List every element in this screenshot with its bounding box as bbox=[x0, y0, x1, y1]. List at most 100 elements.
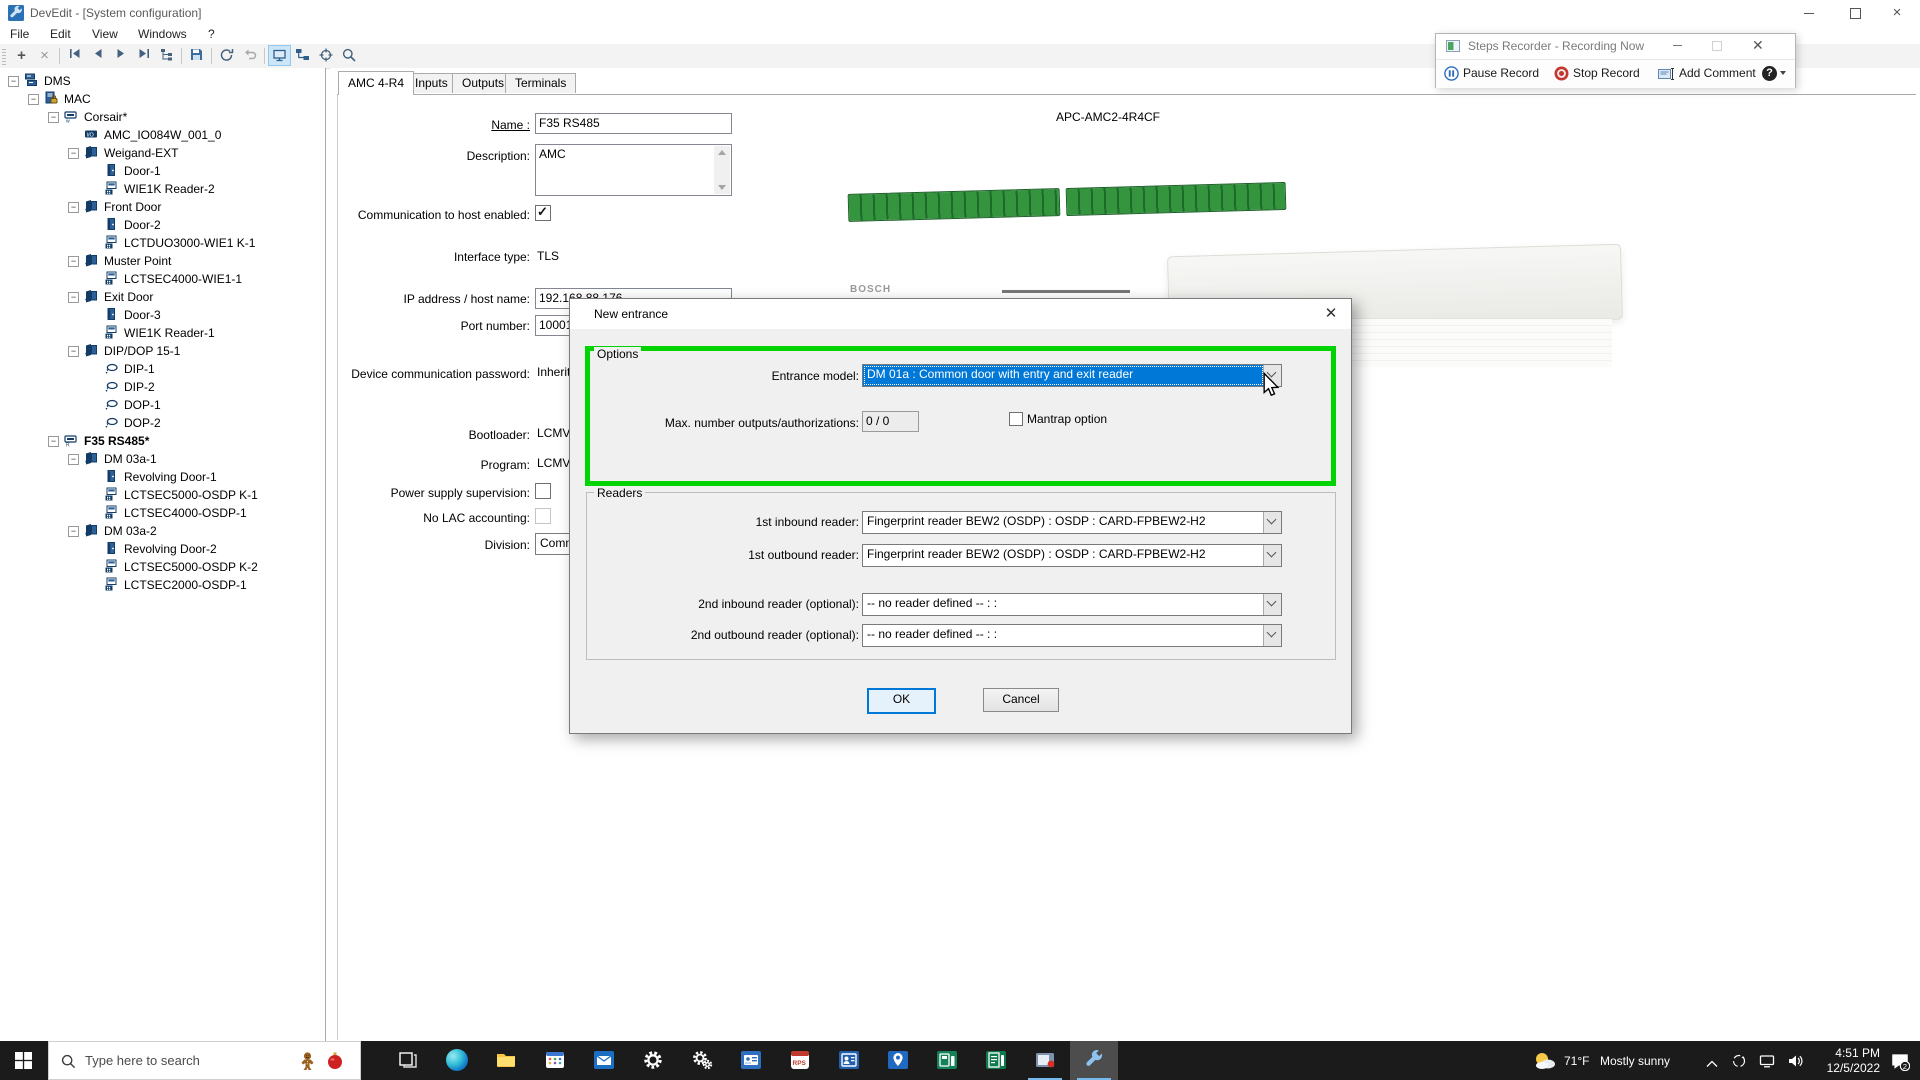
maximize-button[interactable] bbox=[1832, 0, 1878, 26]
description-scrollbar[interactable] bbox=[714, 146, 730, 194]
tree-expand-toggle[interactable]: − bbox=[8, 76, 19, 87]
ok-button[interactable]: OK bbox=[867, 688, 936, 714]
go-first-icon[interactable] bbox=[63, 45, 86, 66]
save-icon[interactable] bbox=[185, 45, 208, 66]
device-view-icon[interactable] bbox=[268, 45, 291, 66]
start-button[interactable] bbox=[0, 1041, 48, 1080]
hidden-icons-chevron[interactable] bbox=[1706, 1057, 1718, 1071]
tab-terminals[interactable]: Terminals bbox=[505, 73, 576, 93]
taskbar-task-view-icon[interactable] bbox=[384, 1041, 432, 1080]
reader2-in-combo[interactable]: -- no reader defined -- : : bbox=[862, 593, 1282, 616]
reader1-in-combo-arrow[interactable] bbox=[1263, 512, 1281, 533]
taskbar-edge-icon[interactable] bbox=[433, 1041, 481, 1080]
taskbar-rps-icon[interactable]: RPS bbox=[776, 1041, 824, 1080]
menu-file[interactable]: File bbox=[10, 27, 29, 41]
tray-sync-icon[interactable] bbox=[1731, 1053, 1747, 1072]
add-comment-button[interactable]: Add Comment bbox=[1679, 66, 1756, 80]
steps-minimize-icon[interactable] bbox=[1673, 45, 1682, 46]
taskbar-settings-icon[interactable] bbox=[629, 1041, 677, 1080]
taskbar-system-gears-icon[interactable] bbox=[678, 1041, 726, 1080]
tree-view-icon[interactable] bbox=[155, 45, 178, 66]
reader1-in-combo[interactable]: Fingerprint reader BEW2 (OSDP) : OSDP : … bbox=[862, 511, 1282, 534]
taskbar-store-icon[interactable] bbox=[531, 1041, 579, 1080]
reader2-out-combo[interactable]: -- no reader defined -- : : bbox=[862, 624, 1282, 647]
network-view-icon[interactable] bbox=[291, 45, 314, 66]
description-input[interactable]: AMC bbox=[535, 144, 732, 196]
menu-edit[interactable]: Edit bbox=[50, 27, 71, 41]
reader1-out-combo-arrow[interactable] bbox=[1263, 545, 1281, 566]
tree-item[interactable]: DOP-1 bbox=[0, 396, 325, 414]
add-comment-icon[interactable] bbox=[1658, 67, 1675, 84]
network-icon[interactable] bbox=[1759, 1053, 1775, 1072]
menu-view[interactable]: View bbox=[92, 27, 118, 41]
stop-record-button[interactable]: Stop Record bbox=[1573, 66, 1640, 80]
tree-expand-toggle[interactable]: − bbox=[68, 202, 79, 213]
undo-icon[interactable] bbox=[238, 45, 261, 66]
entrance-model-combo[interactable]: DM 01a : Common door with entry and exit… bbox=[862, 364, 1282, 387]
tree-expand-toggle[interactable]: − bbox=[28, 94, 39, 105]
tab-amc-4r4[interactable]: AMC 4-R4 bbox=[338, 71, 414, 95]
delete-icon[interactable]: × bbox=[33, 45, 56, 66]
go-previous-icon[interactable] bbox=[86, 45, 109, 66]
tree-item[interactable]: −DIP/DOP 15-1 bbox=[0, 342, 325, 360]
go-next-icon[interactable] bbox=[109, 45, 132, 66]
tree-item[interactable]: −MAC bbox=[0, 90, 325, 108]
stop-record-icon[interactable] bbox=[1554, 66, 1569, 84]
weather-icon[interactable] bbox=[1532, 1050, 1558, 1075]
close-button[interactable]: × bbox=[1874, 0, 1920, 26]
taskbar-invoice-icon[interactable] bbox=[972, 1041, 1020, 1080]
tree-expand-toggle[interactable]: − bbox=[68, 526, 79, 537]
pause-record-icon[interactable] bbox=[1444, 66, 1459, 84]
tree-item[interactable]: Door-1 bbox=[0, 162, 325, 180]
taskbar-steps-recorder-icon[interactable] bbox=[1021, 1041, 1069, 1080]
tree-expand-toggle[interactable]: − bbox=[48, 112, 59, 123]
weather-desc[interactable]: Mostly sunny bbox=[1600, 1054, 1670, 1068]
tree-expand-toggle[interactable]: − bbox=[68, 292, 79, 303]
ornament-icon[interactable] bbox=[327, 1052, 343, 1073]
steps-close-icon[interactable]: ✕ bbox=[1752, 37, 1764, 54]
taskbar-contact-card-icon[interactable] bbox=[727, 1041, 775, 1080]
taskbar-pos-terminal-icon[interactable] bbox=[923, 1041, 971, 1080]
menu-windows[interactable]: Windows bbox=[138, 27, 187, 41]
help-icon[interactable]: ? bbox=[1762, 65, 1786, 81]
taskbar-file-explorer-icon[interactable] bbox=[482, 1041, 530, 1080]
reader2-out-combo-arrow[interactable] bbox=[1263, 625, 1281, 646]
cancel-button[interactable]: Cancel bbox=[983, 688, 1059, 712]
tree-item[interactable]: LCTSEC2000-OSDP-1 bbox=[0, 576, 325, 594]
clock[interactable]: 4:51 PM 12/5/2022 bbox=[1805, 1046, 1880, 1076]
comm-host-checkbox[interactable] bbox=[535, 205, 551, 221]
tree-item[interactable]: WIE1K Reader-2 bbox=[0, 180, 325, 198]
tree-expand-toggle[interactable]: − bbox=[68, 454, 79, 465]
lac-checkbox[interactable] bbox=[535, 508, 551, 524]
tree-item[interactable]: LCTSEC5000-OSDP K-2 bbox=[0, 558, 325, 576]
reader1-out-combo[interactable]: Fingerprint reader BEW2 (OSDP) : OSDP : … bbox=[862, 544, 1282, 567]
dialog-close-icon[interactable]: ✕ bbox=[1321, 304, 1341, 324]
volume-icon[interactable] bbox=[1787, 1053, 1803, 1072]
taskbar-mail-icon[interactable] bbox=[580, 1041, 628, 1080]
tree-item[interactable]: LCTSEC4000-WIE1-1 bbox=[0, 270, 325, 288]
taskbar-devedit-icon[interactable] bbox=[1070, 1041, 1118, 1080]
add-icon[interactable]: + bbox=[10, 45, 33, 66]
tree-expand-toggle[interactable]: − bbox=[68, 256, 79, 267]
center-view-icon[interactable] bbox=[314, 45, 337, 66]
pause-record-button[interactable]: Pause Record bbox=[1463, 66, 1539, 80]
name-input[interactable]: F35 RS485 bbox=[535, 113, 732, 134]
menu-help[interactable]: ? bbox=[208, 27, 215, 41]
weather-temp[interactable]: 71°F bbox=[1564, 1054, 1589, 1068]
taskbar-id-badge-icon[interactable] bbox=[825, 1041, 873, 1080]
tree-expand-toggle[interactable]: − bbox=[68, 346, 79, 357]
tree-item[interactable]: −DMS bbox=[0, 72, 325, 90]
gingerbread-icon[interactable] bbox=[299, 1051, 316, 1075]
minimize-button[interactable] bbox=[1786, 0, 1832, 26]
action-center-icon[interactable]: 2 bbox=[1890, 1051, 1910, 1074]
refresh-icon[interactable] bbox=[215, 45, 238, 66]
tree-expand-toggle[interactable]: − bbox=[68, 148, 79, 159]
zoom-icon[interactable] bbox=[337, 45, 360, 66]
mantrap-checkbox[interactable] bbox=[1009, 412, 1023, 426]
taskbar-maps-icon[interactable] bbox=[874, 1041, 922, 1080]
reader2-in-combo-arrow[interactable] bbox=[1263, 594, 1281, 615]
dialog-title-bar[interactable]: New entrance ✕ bbox=[570, 299, 1351, 329]
psu-checkbox[interactable] bbox=[535, 483, 551, 499]
go-last-icon[interactable] bbox=[132, 45, 155, 66]
search-input[interactable]: Type here to search bbox=[48, 1041, 361, 1080]
